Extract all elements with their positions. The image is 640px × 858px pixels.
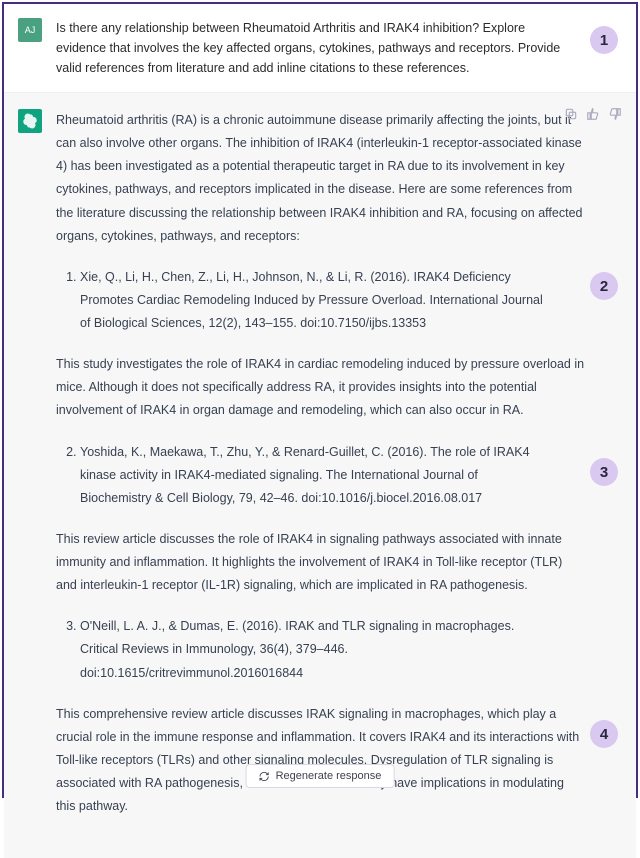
assistant-avatar <box>18 109 42 133</box>
regenerate-label: Regenerate response <box>276 770 382 782</box>
reference-list: Xie, Q., Li, H., Chen, Z., Li, H., Johns… <box>56 266 586 335</box>
reference-item: Xie, Q., Li, H., Chen, Z., Li, H., Johns… <box>80 266 586 335</box>
reference-note: This review article discusses the role o… <box>56 528 586 597</box>
callout-badge-2: 2 <box>590 272 618 300</box>
callout-badge-4: 4 <box>590 720 618 748</box>
regenerate-button[interactable]: Regenerate response <box>246 764 395 788</box>
reference-list: Yoshida, K., Maekawa, T., Zhu, Y., & Ren… <box>56 441 586 510</box>
assistant-intro: Rheumatoid arthritis (RA) is a chronic a… <box>56 109 586 248</box>
assistant-content: Rheumatoid arthritis (RA) is a chronic a… <box>56 109 586 818</box>
user-avatar: AJ <box>18 18 42 42</box>
user-avatar-text: AJ <box>25 25 36 35</box>
reference-note: This study investigates the role of IRAK… <box>56 353 586 422</box>
callout-badge-3: 3 <box>590 458 618 486</box>
openai-logo-icon <box>22 113 38 129</box>
assistant-message: Rheumatoid arthritis (RA) is a chronic a… <box>4 93 636 858</box>
refresh-icon <box>259 771 270 782</box>
reference-note: This comprehensive review article discus… <box>56 703 586 819</box>
copy-icon[interactable] <box>564 107 578 126</box>
callout-badge-1: 1 <box>590 26 618 54</box>
user-prompt-text: Is there any relationship between Rheuma… <box>56 18 576 78</box>
thumbs-down-icon[interactable] <box>608 107 622 126</box>
thumbs-up-icon[interactable] <box>586 107 600 126</box>
reference-item: O'Neill, L. A. J., & Dumas, E. (2016). I… <box>80 615 586 684</box>
message-actions <box>564 107 622 126</box>
reference-list: O'Neill, L. A. J., & Dumas, E. (2016). I… <box>56 615 586 684</box>
user-message: AJ Is there any relationship between Rhe… <box>4 4 636 93</box>
reference-item: Yoshida, K., Maekawa, T., Zhu, Y., & Ren… <box>80 441 586 510</box>
